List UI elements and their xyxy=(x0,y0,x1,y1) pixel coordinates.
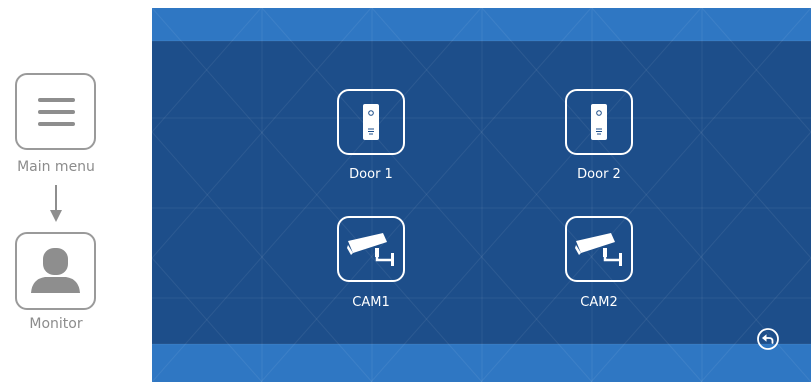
main-menu-tile xyxy=(15,73,96,150)
arrow-down-icon xyxy=(50,185,62,222)
back-icon xyxy=(757,328,779,350)
cam-1-label: CAM1 xyxy=(352,295,390,310)
cam-2-label: CAM2 xyxy=(580,295,618,310)
monitor-tile xyxy=(15,232,96,310)
cctv-camera-icon xyxy=(347,233,394,266)
monitor-screen: Door 1 Door 2 CAM1 CAM2 xyxy=(152,8,811,382)
door-station-icon xyxy=(363,104,379,140)
cam-1-button[interactable] xyxy=(337,216,405,282)
door-1-label: Door 1 xyxy=(349,167,393,182)
monitor-label: Monitor xyxy=(29,316,83,332)
door-1-button[interactable] xyxy=(337,89,405,155)
cctv-camera-icon xyxy=(575,233,622,266)
door-2-label: Door 2 xyxy=(577,167,621,182)
main-menu-label: Main menu xyxy=(17,159,95,175)
background-pattern xyxy=(152,8,811,382)
door-station-icon xyxy=(591,104,607,140)
back-button[interactable] xyxy=(757,328,779,350)
cam-2-button[interactable] xyxy=(565,216,633,282)
door-2-button[interactable] xyxy=(565,89,633,155)
person-icon xyxy=(31,248,80,293)
